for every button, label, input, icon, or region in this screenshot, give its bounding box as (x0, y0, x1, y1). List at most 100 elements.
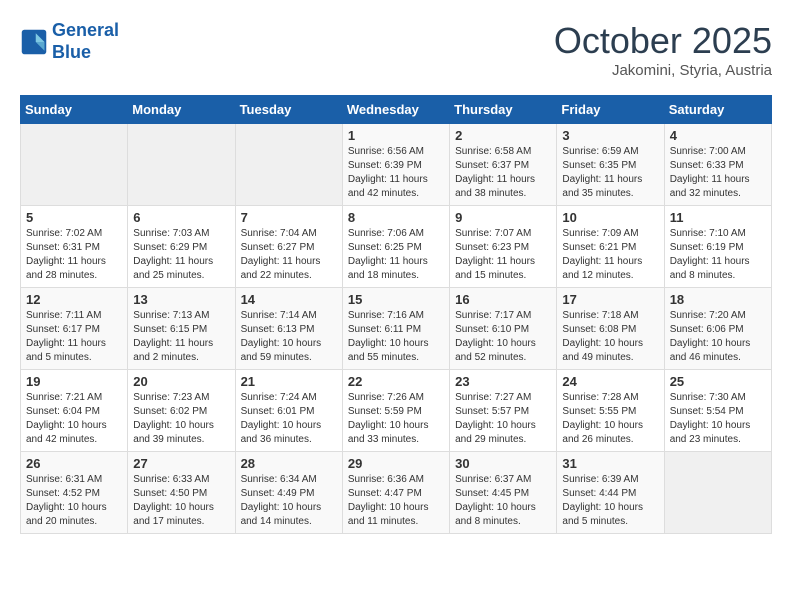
day-info: Sunrise: 7:02 AM Sunset: 6:31 PM Dayligh… (26, 227, 122, 283)
calendar-cell: 23Sunrise: 7:27 AM Sunset: 5:57 PM Dayli… (450, 370, 557, 452)
calendar-cell (21, 124, 128, 206)
calendar-cell: 22 Sunrise: 7:26 AM Sunset: 5:59 PM Dayli… (342, 370, 449, 452)
day-number: 24 (562, 374, 658, 389)
weekday-header-row: SundayMondayTuesdayWednesdayThursdayFrid… (21, 96, 772, 124)
day-info: Sunrise: 7:13 AM Sunset: 6:15 PM Dayligh… (133, 309, 229, 365)
calendar-cell: 13 Sunrise: 7:13 AM Sunset: 6:15 PM Dayli… (128, 288, 235, 370)
calendar-cell: 20Sunrise: 7:23 AM Sunset: 6:02 PM Dayli… (128, 370, 235, 452)
calendar-cell: 1Sunrise: 6:56 AM Sunset: 6:39 PM Daylig… (342, 124, 449, 206)
logo: General Blue (20, 20, 119, 63)
calendar-cell (128, 124, 235, 206)
calendar-cell: 7 Sunrise: 7:04 AM Sunset: 6:27 PM Daylig… (235, 206, 342, 288)
page-header: General Blue October 2025 Jakomini, Styr… (20, 20, 772, 79)
calendar-cell: 3 Sunrise: 6:59 AM Sunset: 6:35 PM Daylig… (557, 124, 664, 206)
day-number: 3 (562, 128, 658, 143)
calendar-cell: 14 Sunrise: 7:14 AM Sunset: 6:13 PM Dayli… (235, 288, 342, 370)
logo-text: General Blue (52, 20, 119, 63)
day-number: 23 (455, 374, 551, 389)
calendar-cell: 12 Sunrise: 7:11 AM Sunset: 6:17 PM Dayli… (21, 288, 128, 370)
title-block: October 2025 Jakomini, Styria, Austria (554, 20, 772, 79)
calendar-cell (664, 452, 771, 534)
calendar-cell: 28Sunrise: 6:34 AM Sunset: 4:49 PM Dayli… (235, 452, 342, 534)
day-info: Sunrise: 6:34 AM Sunset: 4:49 PM Dayligh… (241, 473, 337, 529)
weekday-header: Tuesday (235, 96, 342, 124)
day-number: 9 (455, 210, 551, 225)
day-info: Sunrise: 6:36 AM Sunset: 4:47 PM Dayligh… (348, 473, 444, 529)
day-info: Sunrise: 7:20 AM Sunset: 6:06 PM Dayligh… (670, 309, 766, 365)
weekday-header: Saturday (664, 96, 771, 124)
calendar-cell: 2 Sunrise: 6:58 AM Sunset: 6:37 PM Daylig… (450, 124, 557, 206)
day-info: Sunrise: 6:37 AM Sunset: 4:45 PM Dayligh… (455, 473, 551, 529)
weekday-header: Friday (557, 96, 664, 124)
calendar-cell: 30Sunrise: 6:37 AM Sunset: 4:45 PM Dayli… (450, 452, 557, 534)
day-number: 31 (562, 456, 658, 471)
calendar-cell: 24 Sunrise: 7:28 AM Sunset: 5:55 PM Dayli… (557, 370, 664, 452)
day-info: Sunrise: 7:26 AM Sunset: 5:59 PM Dayligh… (348, 391, 444, 447)
weekday-header: Wednesday (342, 96, 449, 124)
calendar-cell: 27 Sunrise: 6:33 AM Sunset: 4:50 PM Dayli… (128, 452, 235, 534)
day-number: 4 (670, 128, 766, 143)
day-info: Sunrise: 6:39 AM Sunset: 4:44 PM Dayligh… (562, 473, 658, 529)
day-number: 22 (348, 374, 444, 389)
day-number: 21 (241, 374, 337, 389)
day-number: 26 (26, 456, 122, 471)
day-info: Sunrise: 6:58 AM Sunset: 6:37 PM Dayligh… (455, 145, 551, 201)
calendar-week-row: 26 Sunrise: 6:31 AM Sunset: 4:52 PM Dayli… (21, 452, 772, 534)
day-info: Sunrise: 7:28 AM Sunset: 5:55 PM Dayligh… (562, 391, 658, 447)
calendar-cell: 15Sunrise: 7:16 AM Sunset: 6:11 PM Dayli… (342, 288, 449, 370)
weekday-header: Monday (128, 96, 235, 124)
day-number: 13 (133, 292, 229, 307)
day-number: 2 (455, 128, 551, 143)
month-title: October 2025 (554, 20, 772, 62)
logo-general: General (52, 20, 119, 40)
calendar-cell (235, 124, 342, 206)
day-info: Sunrise: 7:07 AM Sunset: 6:23 PM Dayligh… (455, 227, 551, 283)
day-number: 16 (455, 292, 551, 307)
day-number: 12 (26, 292, 122, 307)
day-info: Sunrise: 6:59 AM Sunset: 6:35 PM Dayligh… (562, 145, 658, 201)
day-info: Sunrise: 7:14 AM Sunset: 6:13 PM Dayligh… (241, 309, 337, 365)
day-number: 27 (133, 456, 229, 471)
day-info: Sunrise: 7:00 AM Sunset: 6:33 PM Dayligh… (670, 145, 766, 201)
day-number: 18 (670, 292, 766, 307)
day-info: Sunrise: 6:31 AM Sunset: 4:52 PM Dayligh… (26, 473, 122, 529)
day-number: 29 (348, 456, 444, 471)
calendar-cell: 21 Sunrise: 7:24 AM Sunset: 6:01 PM Dayli… (235, 370, 342, 452)
calendar-week-row: 1Sunrise: 6:56 AM Sunset: 6:39 PM Daylig… (21, 124, 772, 206)
calendar-cell: 6Sunrise: 7:03 AM Sunset: 6:29 PM Daylig… (128, 206, 235, 288)
day-info: Sunrise: 7:30 AM Sunset: 5:54 PM Dayligh… (670, 391, 766, 447)
day-info: Sunrise: 6:56 AM Sunset: 6:39 PM Dayligh… (348, 145, 444, 201)
day-info: Sunrise: 7:24 AM Sunset: 6:01 PM Dayligh… (241, 391, 337, 447)
day-info: Sunrise: 6:33 AM Sunset: 4:50 PM Dayligh… (133, 473, 229, 529)
day-info: Sunrise: 7:04 AM Sunset: 6:27 PM Dayligh… (241, 227, 337, 283)
calendar-cell: 5Sunrise: 7:02 AM Sunset: 6:31 PM Daylig… (21, 206, 128, 288)
day-info: Sunrise: 7:11 AM Sunset: 6:17 PM Dayligh… (26, 309, 122, 365)
calendar-cell: 25 Sunrise: 7:30 AM Sunset: 5:54 PM Dayli… (664, 370, 771, 452)
day-number: 14 (241, 292, 337, 307)
location-subtitle: Jakomini, Styria, Austria (554, 62, 772, 79)
day-info: Sunrise: 7:18 AM Sunset: 6:08 PM Dayligh… (562, 309, 658, 365)
calendar-week-row: 5Sunrise: 7:02 AM Sunset: 6:31 PM Daylig… (21, 206, 772, 288)
day-info: Sunrise: 7:09 AM Sunset: 6:21 PM Dayligh… (562, 227, 658, 283)
day-number: 7 (241, 210, 337, 225)
calendar-week-row: 12 Sunrise: 7:11 AM Sunset: 6:17 PM Dayli… (21, 288, 772, 370)
day-info: Sunrise: 7:23 AM Sunset: 6:02 PM Dayligh… (133, 391, 229, 447)
calendar-cell: 19Sunrise: 7:21 AM Sunset: 6:04 PM Dayli… (21, 370, 128, 452)
calendar-cell: 11Sunrise: 7:10 AM Sunset: 6:19 PM Dayli… (664, 206, 771, 288)
day-info: Sunrise: 7:06 AM Sunset: 6:25 PM Dayligh… (348, 227, 444, 283)
calendar-cell: 16 Sunrise: 7:17 AM Sunset: 6:10 PM Dayli… (450, 288, 557, 370)
day-number: 10 (562, 210, 658, 225)
day-info: Sunrise: 7:10 AM Sunset: 6:19 PM Dayligh… (670, 227, 766, 283)
calendar-cell: 26 Sunrise: 6:31 AM Sunset: 4:52 PM Dayli… (21, 452, 128, 534)
day-info: Sunrise: 7:17 AM Sunset: 6:10 PM Dayligh… (455, 309, 551, 365)
day-number: 15 (348, 292, 444, 307)
weekday-header: Thursday (450, 96, 557, 124)
day-number: 17 (562, 292, 658, 307)
calendar-cell: 17 Sunrise: 7:18 AM Sunset: 6:08 PM Dayli… (557, 288, 664, 370)
day-number: 6 (133, 210, 229, 225)
calendar-cell: 4 Sunrise: 7:00 AM Sunset: 6:33 PM Daylig… (664, 124, 771, 206)
calendar-cell: 10 Sunrise: 7:09 AM Sunset: 6:21 PM Dayli… (557, 206, 664, 288)
day-number: 25 (670, 374, 766, 389)
calendar-cell: 9 Sunrise: 7:07 AM Sunset: 6:23 PM Daylig… (450, 206, 557, 288)
day-number: 19 (26, 374, 122, 389)
